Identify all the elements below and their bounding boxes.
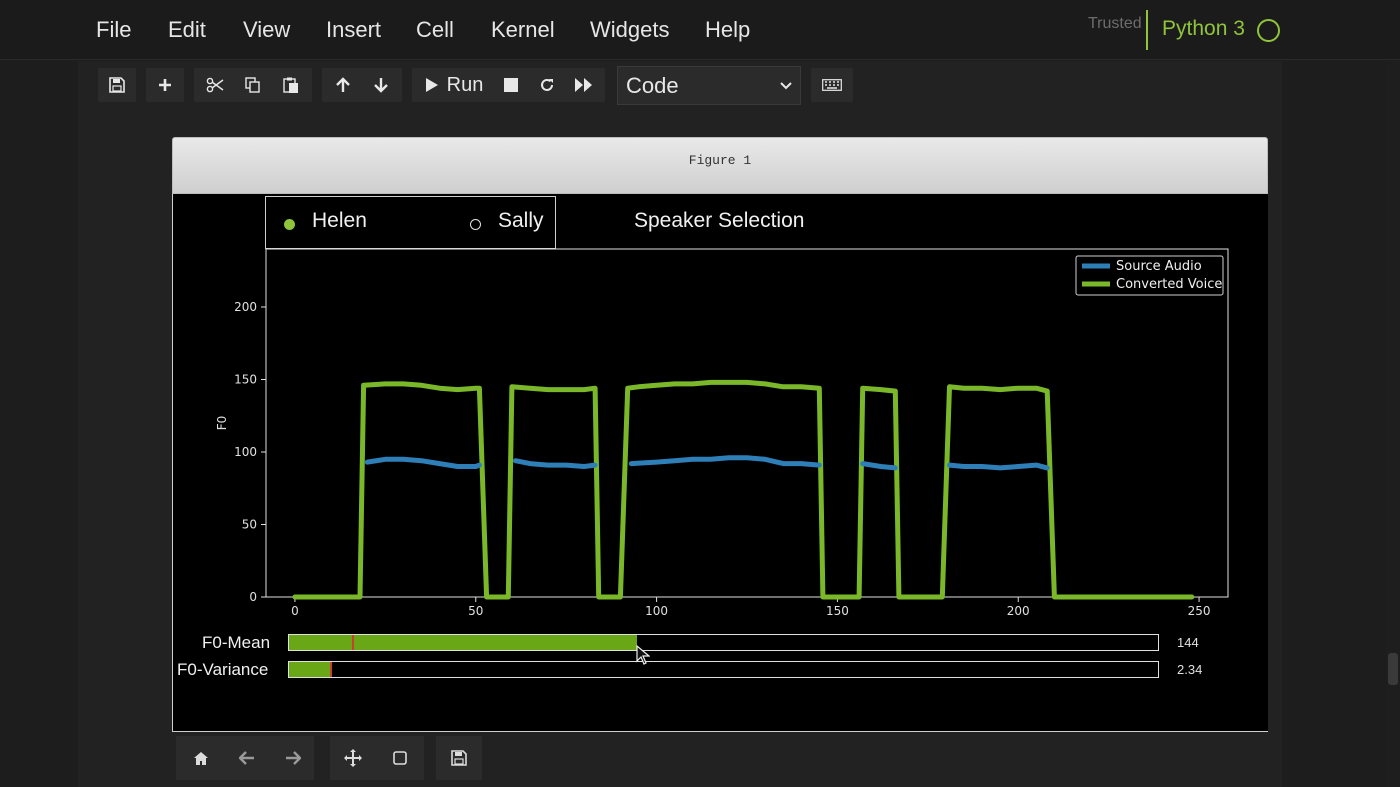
f0-variance-initial-marker: [329, 662, 332, 677]
pan-button[interactable]: [330, 736, 376, 780]
zoom-rect-button[interactable]: [377, 736, 423, 780]
f0-mean-slider-fill: [289, 635, 637, 650]
legend-label: Source Audio: [1116, 259, 1202, 274]
move-icon: [344, 749, 362, 767]
legend-label: Converted Voice: [1116, 277, 1222, 292]
forward-button[interactable]: [270, 736, 316, 780]
y-tick-label: 100: [234, 445, 257, 459]
y-tick-label: 50: [242, 518, 257, 532]
y-axis-label: F0: [215, 416, 229, 431]
arrow-left-icon: [239, 751, 254, 765]
arrow-right-icon: [286, 751, 301, 765]
square-icon: [393, 751, 407, 765]
f0-mean-value: 144: [1177, 635, 1199, 650]
f0-variance-slider[interactable]: [288, 661, 1159, 678]
f0-variance-value: 2.34: [1177, 662, 1203, 677]
download-figure-button[interactable]: [436, 736, 482, 780]
x-tick-label: 150: [826, 604, 849, 618]
y-tick-label: 150: [234, 373, 257, 387]
plot-area: [265, 248, 1229, 598]
f0-mean-initial-marker: [351, 635, 354, 650]
floppy-icon: [451, 750, 467, 766]
x-tick-label: 50: [468, 604, 483, 618]
home-button[interactable]: [178, 736, 224, 780]
x-tick-label: 200: [1007, 604, 1030, 618]
back-button[interactable]: [224, 736, 270, 780]
source-audio-line: [947, 462, 1050, 471]
f0-mean-label: F0-Mean: [202, 633, 271, 652]
f0-variance-slider-fill: [289, 662, 330, 677]
x-tick-label: 250: [1188, 604, 1211, 618]
y-tick-label: 0: [249, 590, 257, 604]
home-icon: [194, 751, 208, 765]
mouse-cursor-icon: [636, 645, 650, 665]
x-tick-label: 0: [291, 604, 299, 618]
y-tick-label: 200: [234, 300, 257, 314]
x-tick-label: 100: [645, 604, 668, 618]
f0-variance-label: F0-Variance: [177, 660, 269, 679]
f0-mean-slider[interactable]: [288, 634, 1159, 651]
